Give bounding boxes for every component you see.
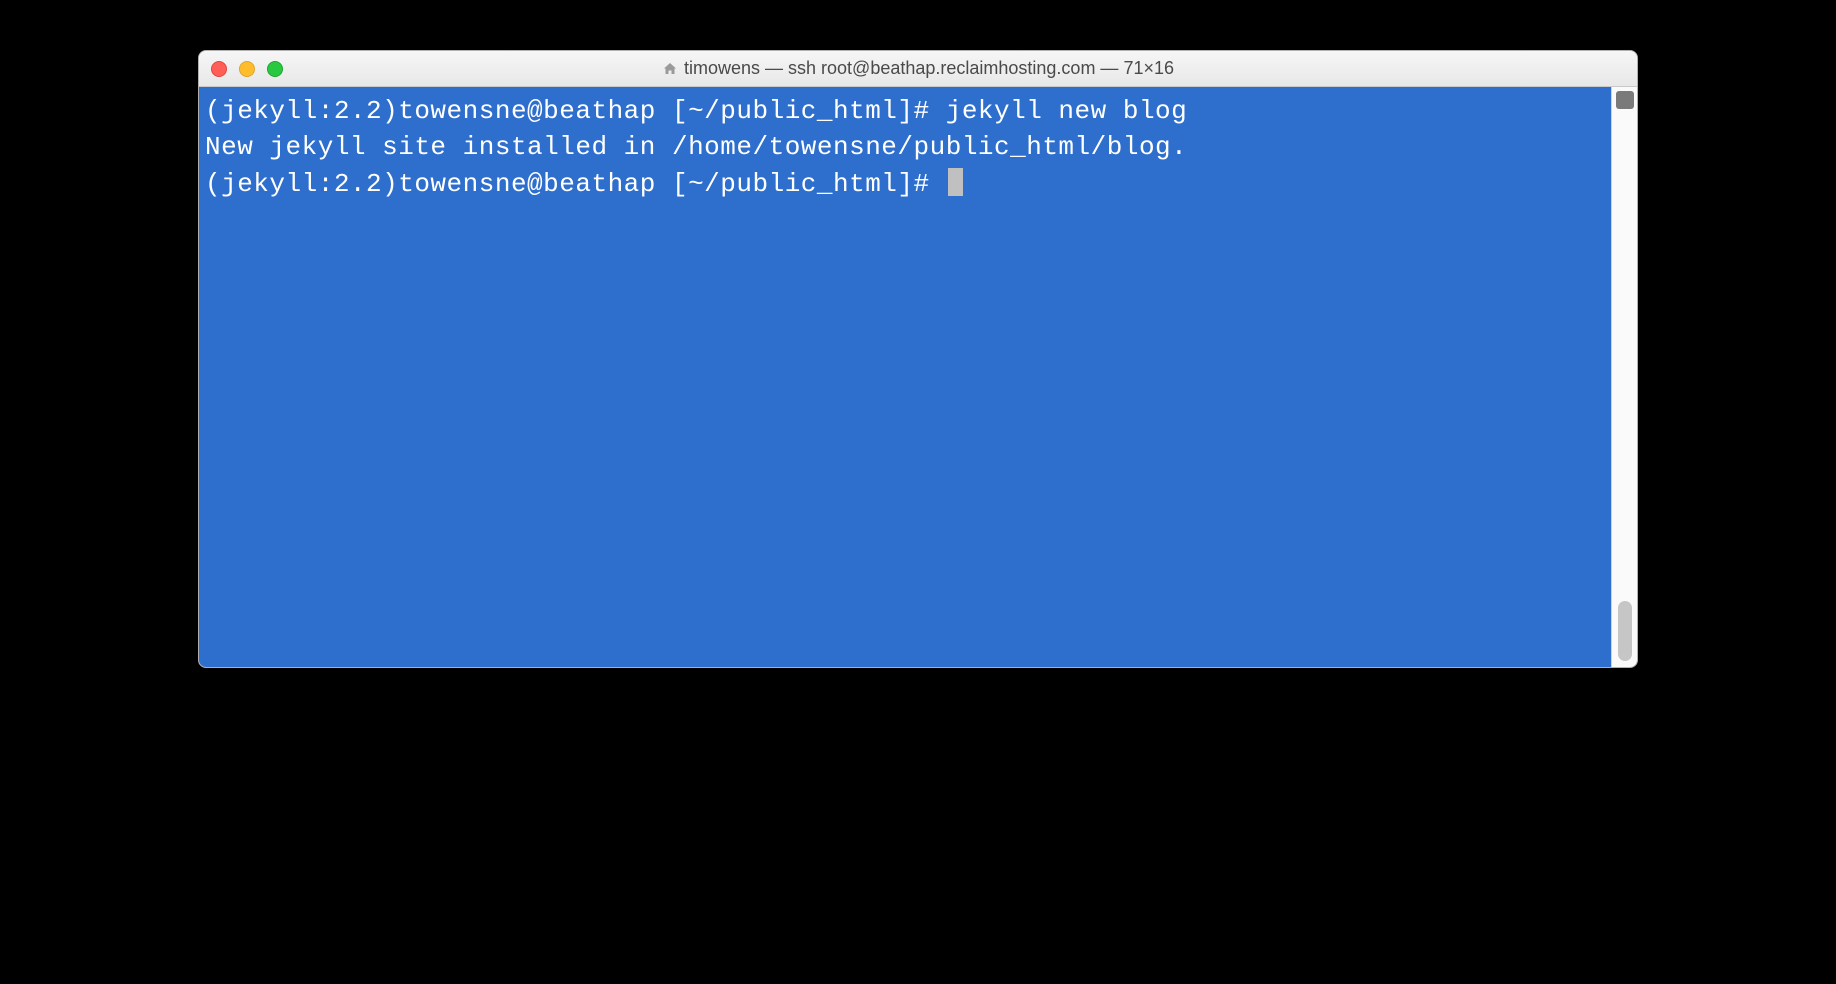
scrollbar[interactable] (1611, 87, 1637, 667)
window-title-wrap: timowens — ssh root@beathap.reclaimhosti… (209, 58, 1627, 79)
command-text: jekyll new blog (946, 96, 1188, 126)
window-controls (211, 61, 283, 77)
window-title: timowens — ssh root@beathap.reclaimhosti… (684, 58, 1174, 79)
prompt-text: (jekyll:2.2)towensne@beathap [~/public_h… (205, 96, 946, 126)
terminal-content[interactable]: (jekyll:2.2)towensne@beathap [~/public_h… (199, 87, 1611, 667)
cursor (948, 168, 963, 196)
titlebar[interactable]: timowens — ssh root@beathap.reclaimhosti… (199, 51, 1637, 87)
terminal-line: New jekyll site installed in /home/towen… (205, 129, 1605, 165)
home-icon (662, 61, 678, 77)
terminal-line: (jekyll:2.2)towensne@beathap [~/public_h… (205, 93, 1605, 129)
scrollbar-thumb[interactable] (1618, 601, 1632, 661)
terminal-body: (jekyll:2.2)towensne@beathap [~/public_h… (199, 87, 1637, 667)
close-button[interactable] (211, 61, 227, 77)
maximize-button[interactable] (267, 61, 283, 77)
terminal-window: timowens — ssh root@beathap.reclaimhosti… (198, 50, 1638, 668)
minimize-button[interactable] (239, 61, 255, 77)
output-text: New jekyll site installed in /home/towen… (205, 132, 1187, 162)
prompt-text: (jekyll:2.2)towensne@beathap [~/public_h… (205, 169, 946, 199)
terminal-line: (jekyll:2.2)towensne@beathap [~/public_h… (205, 166, 1605, 202)
scroll-indicator-icon (1616, 91, 1634, 109)
